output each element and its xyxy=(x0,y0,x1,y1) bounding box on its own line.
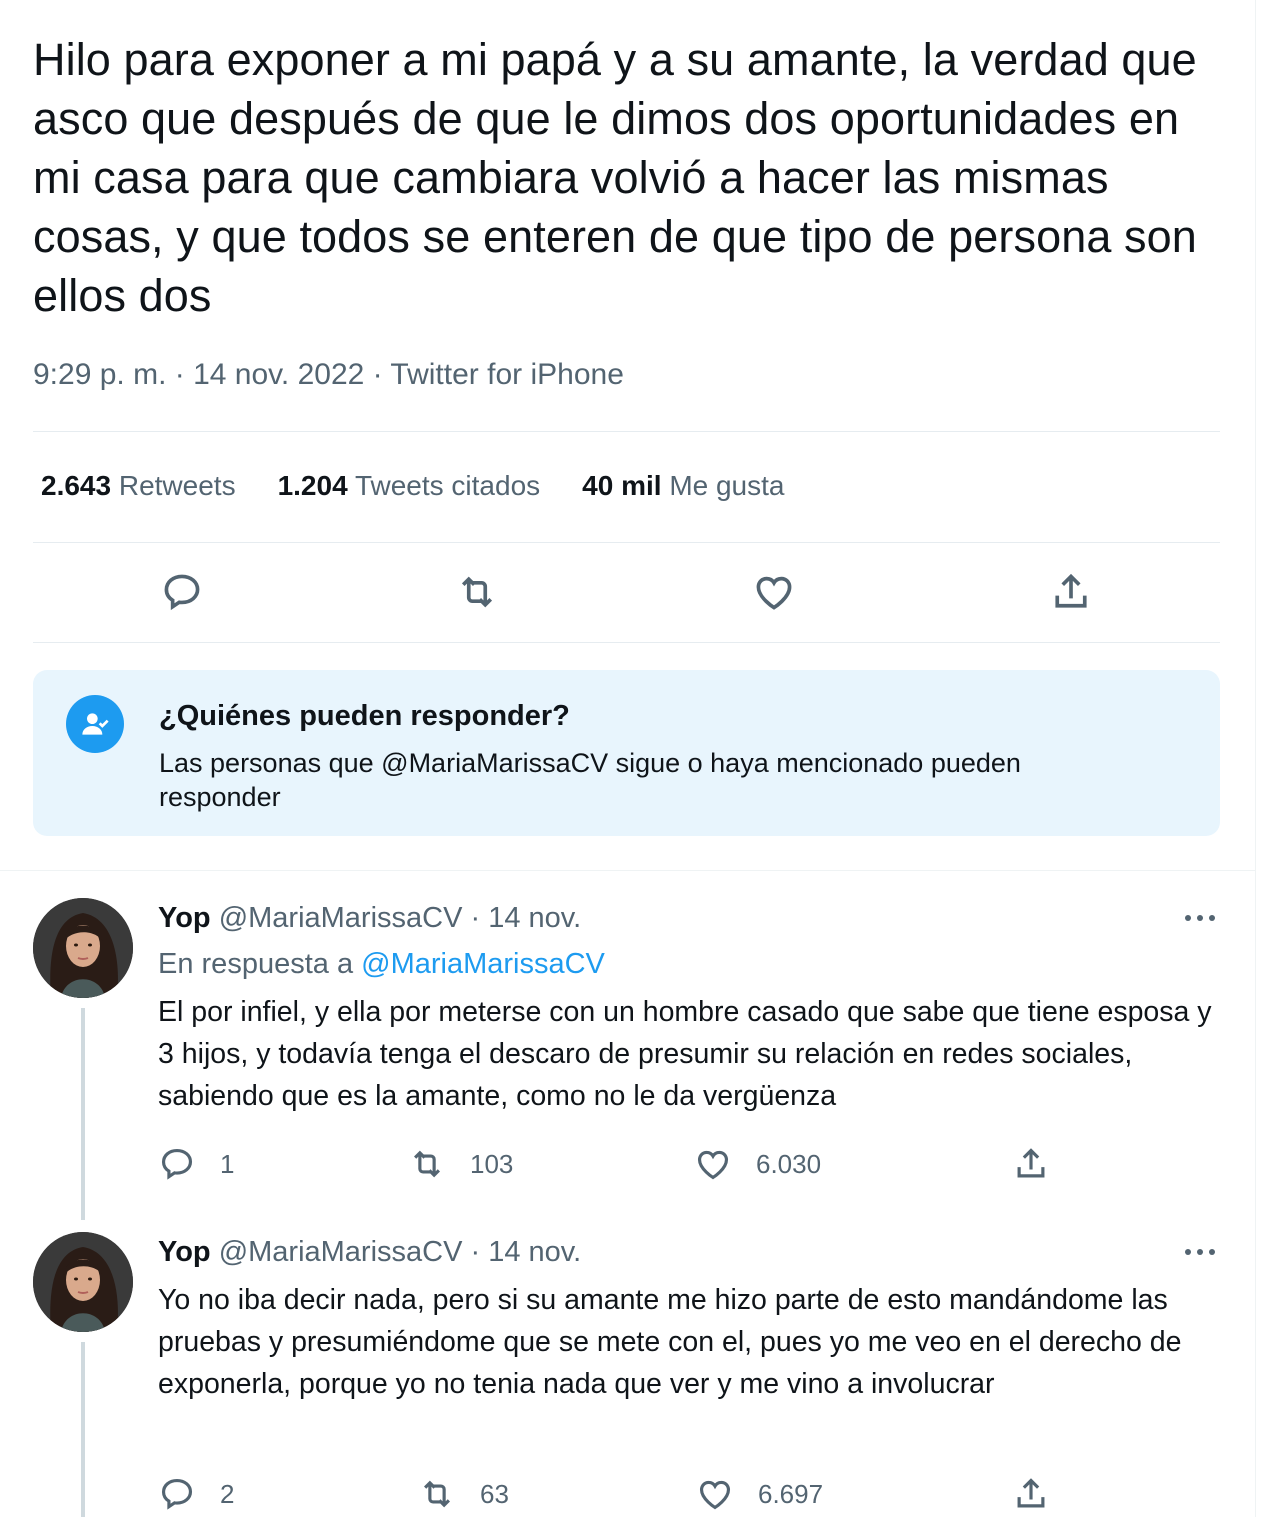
replying-label: En respuesta a xyxy=(158,948,354,980)
avatar[interactable] xyxy=(33,1232,133,1332)
replying-to: En respuesta a @MariaMarissaCV xyxy=(158,948,605,981)
thread-line xyxy=(81,1008,85,1220)
user-check-icon xyxy=(66,695,124,753)
reply-button[interactable]: 2 xyxy=(158,1475,234,1513)
tweet-stats: 2.643 Retweets 1.204 Tweets citados 40 m… xyxy=(41,470,826,502)
quotes-stat[interactable]: 1.204 Tweets citados xyxy=(278,470,541,502)
share-icon[interactable] xyxy=(1049,570,1093,614)
share-button[interactable] xyxy=(1012,1475,1050,1513)
reply-header: Yop @MariaMarissaCV · 14 nov. xyxy=(158,902,581,935)
retweets-stat[interactable]: 2.643 Retweets xyxy=(41,470,236,502)
quotes-count: 1.204 xyxy=(277,470,348,501)
who-can-reply-body: Las personas que @MariaMarissaCV sigue o… xyxy=(159,748,1021,812)
reply-header: Yop @MariaMarissaCV · 14 nov. xyxy=(158,1236,581,1269)
reply-count: 2 xyxy=(220,1478,235,1509)
more-icon[interactable] xyxy=(1180,908,1220,928)
share-icon xyxy=(1017,1478,1045,1508)
reply-button[interactable]: 1 xyxy=(158,1145,234,1183)
avatar[interactable] xyxy=(33,898,133,998)
author-name[interactable]: Yop xyxy=(158,1236,211,1268)
main-tweet-text: Hilo para exponer a mi papá y a su amant… xyxy=(33,34,1210,321)
share-icon xyxy=(1017,1148,1045,1178)
who-can-reply-title: ¿Quiénes pueden responder? xyxy=(159,700,570,732)
retweet-count: 63 xyxy=(480,1478,509,1509)
reply-actions: 1 103 6.030 xyxy=(158,1145,1058,1185)
quotes-label: Tweets citados xyxy=(354,470,541,501)
retweets-label: Retweets xyxy=(118,470,236,501)
mention-link[interactable]: @MariaMarissaCV xyxy=(361,948,605,980)
section-divider xyxy=(0,870,1256,871)
like-button[interactable]: 6.030 xyxy=(694,1145,821,1183)
like-icon xyxy=(699,1480,731,1510)
reply-icon xyxy=(161,1148,193,1180)
retweet-button[interactable]: 63 xyxy=(418,1475,509,1513)
thread-line xyxy=(81,1342,85,1517)
divider xyxy=(33,542,1220,543)
likes-label: Me gusta xyxy=(669,470,785,501)
reply-icon[interactable] xyxy=(160,570,204,614)
reply-text: El por infiel, y ella por meterse con un… xyxy=(158,996,1212,1112)
retweet-icon xyxy=(424,1480,450,1508)
retweet-count: 103 xyxy=(470,1148,514,1179)
like-icon[interactable] xyxy=(752,570,796,614)
reply-icon xyxy=(161,1478,193,1510)
retweet-icon[interactable] xyxy=(455,570,499,614)
author-name[interactable]: Yop xyxy=(158,902,211,934)
reply-text: Yo no iba decir nada, pero si su amante … xyxy=(158,1284,1182,1400)
who-can-reply-box: ¿Quiénes pueden responder? Las personas … xyxy=(33,670,1220,836)
handle-date[interactable]: @MariaMarissaCV · 14 nov. xyxy=(219,1236,582,1268)
reply-actions: 2 63 6.697 xyxy=(158,1475,1058,1515)
likes-stat[interactable]: 40 mil Me gusta xyxy=(582,470,784,502)
main-tweet-actions xyxy=(33,560,1220,630)
like-icon xyxy=(697,1150,729,1180)
retweet-icon xyxy=(414,1150,440,1178)
divider xyxy=(33,431,1220,432)
like-count: 6.697 xyxy=(758,1478,824,1509)
like-button[interactable]: 6.697 xyxy=(696,1475,823,1513)
divider xyxy=(33,642,1220,643)
reply-count: 1 xyxy=(220,1148,235,1179)
share-button[interactable] xyxy=(1012,1145,1050,1183)
like-count: 6.030 xyxy=(756,1148,822,1179)
handle-date[interactable]: @MariaMarissaCV · 14 nov. xyxy=(219,902,582,934)
column-border xyxy=(1255,0,1256,1517)
retweet-button[interactable]: 103 xyxy=(408,1145,513,1183)
more-icon[interactable] xyxy=(1180,1242,1220,1262)
likes-count: 40 mil xyxy=(582,470,662,501)
tweet-meta[interactable]: 9:29 p. m. · 14 nov. 2022 · Twitter for … xyxy=(33,358,624,392)
retweets-count: 2.643 xyxy=(41,470,112,501)
